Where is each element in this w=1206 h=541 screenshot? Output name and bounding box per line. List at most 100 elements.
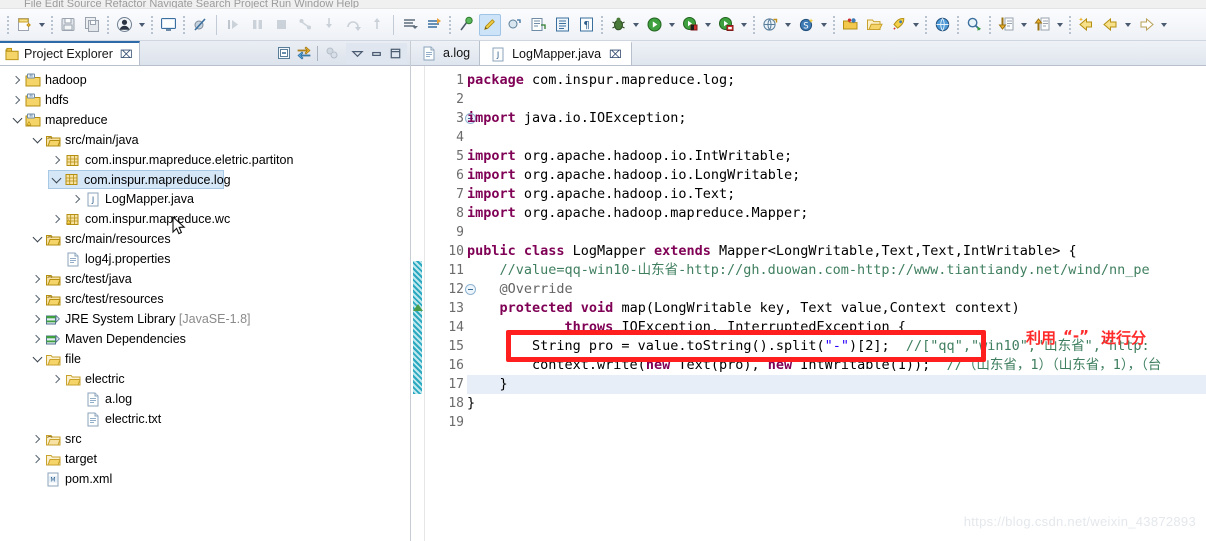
code-line[interactable]: package com.inspur.mapreduce.log; xyxy=(467,71,1206,90)
tree-item[interactable]: Mpom.xml xyxy=(0,469,410,489)
line-number[interactable]: 8 xyxy=(425,204,467,223)
tree-item[interactable]: J LogMapper.java xyxy=(0,189,410,209)
chevron-right-icon[interactable] xyxy=(30,312,44,326)
new-wizard-dropdown-arrow[interactable] xyxy=(36,14,47,36)
line-number[interactable]: 9 xyxy=(425,223,467,242)
chevron-right-icon[interactable] xyxy=(30,452,44,466)
run-dropdown-arrow[interactable] xyxy=(666,14,677,36)
code-line[interactable]: import org.apache.hadoop.io.Text; xyxy=(467,185,1206,204)
tree-item[interactable]: com.inspur.mapreduce.wc xyxy=(0,209,410,229)
suspend-button[interactable] xyxy=(246,14,268,36)
tree-item[interactable]: src/main/java xyxy=(0,130,410,150)
line-number[interactable]: 14 xyxy=(425,318,467,337)
open-console-button[interactable] xyxy=(157,14,179,36)
code-line[interactable]: //value=qq-win10-山东省-http://gh.duowan.co… xyxy=(467,261,1206,280)
line-number[interactable]: 5 xyxy=(425,147,467,166)
debug-button[interactable] xyxy=(607,14,629,36)
forward-button[interactable] xyxy=(1135,14,1157,36)
coverage-dropdown-arrow[interactable] xyxy=(738,14,749,36)
code-line[interactable]: import org.apache.hadoop.io.LongWritable… xyxy=(467,166,1206,185)
chevron-right-icon[interactable] xyxy=(50,153,64,167)
code-line[interactable] xyxy=(467,223,1206,242)
editor-tab-a-log[interactable]: a.log xyxy=(411,41,481,65)
external-tools-dropdown-arrow[interactable] xyxy=(782,14,793,36)
line-number[interactable]: 15 xyxy=(425,337,467,356)
rocket-button[interactable] xyxy=(887,14,909,36)
code-line[interactable] xyxy=(467,90,1206,109)
open-task-button[interactable] xyxy=(551,14,573,36)
link-editor-icon[interactable] xyxy=(294,44,313,63)
rocket-dropdown-arrow[interactable] xyxy=(910,14,921,36)
code-line[interactable]: import org.apache.hadoop.mapreduce.Mappe… xyxy=(467,204,1206,223)
download-dropdown-arrow[interactable] xyxy=(1018,14,1029,36)
line-number[interactable]: 12 xyxy=(425,280,476,299)
next-annotation-button[interactable] xyxy=(399,14,421,36)
line-number[interactable]: 19 xyxy=(425,413,467,432)
tree-item[interactable]: src xyxy=(0,429,410,449)
chevron-right-icon[interactable] xyxy=(70,192,84,206)
external-tools-button[interactable] xyxy=(759,14,781,36)
debug-dropdown-arrow[interactable] xyxy=(630,14,641,36)
menu-bar[interactable]: File Edit Source Refactor Navigate Searc… xyxy=(0,0,1206,9)
code-line[interactable]: String pro = value.toString().split("-")… xyxy=(467,337,1206,356)
override-marker-icon[interactable] xyxy=(413,304,423,311)
chevron-down-icon[interactable] xyxy=(30,133,44,147)
code-line[interactable] xyxy=(467,413,1206,432)
tree-item-selected[interactable]: com.inspur.mapreduce.log xyxy=(48,170,231,189)
tab-project-explorer[interactable]: Project Explorer ⌧ xyxy=(0,41,140,65)
collapse-all-icon[interactable] xyxy=(274,44,293,63)
tree-item[interactable]: com.inspur.mapreduce.eletric.partiton xyxy=(0,150,410,170)
chevron-right-icon[interactable] xyxy=(50,372,64,386)
chevron-right-icon[interactable] xyxy=(30,272,44,286)
line-number[interactable]: 4 xyxy=(425,128,467,147)
line-number[interactable]: 16 xyxy=(425,356,467,375)
step-over-button[interactable] xyxy=(342,14,364,36)
code-line[interactable]: protected void map(LongWritable key, Tex… xyxy=(467,299,1206,318)
line-number-gutter[interactable]: 1 2 3 4 5 6 7 8 9 10 11 12 13 14 15 16 17 18 19 xyxy=(413,66,476,541)
toggle-mark-occurrences-button[interactable] xyxy=(455,14,477,36)
line-number[interactable]: 1 xyxy=(425,71,467,90)
skip-all-breakpoints-button[interactable] xyxy=(189,14,211,36)
back-button[interactable] xyxy=(1099,14,1121,36)
tree-item[interactable]: file xyxy=(0,349,410,369)
code-line[interactable]: } xyxy=(467,394,1206,413)
open-folder-button[interactable] xyxy=(863,14,885,36)
chevron-right-icon[interactable] xyxy=(30,332,44,346)
close-icon[interactable]: ⌧ xyxy=(120,48,133,61)
editor-body[interactable]: 1 2 3 4 5 6 7 8 9 10 11 12 13 14 15 16 17 18 19 package co… xyxy=(411,66,1206,541)
maximize-icon[interactable] xyxy=(386,44,405,63)
chevron-right-icon[interactable] xyxy=(10,73,24,87)
back-star-button[interactable] xyxy=(1075,14,1097,36)
coverage-button[interactable] xyxy=(715,14,737,36)
project-explorer-toolbar[interactable] xyxy=(274,41,410,65)
chevron-down-icon[interactable] xyxy=(348,44,367,63)
upload-dropdown-arrow[interactable] xyxy=(1054,14,1065,36)
tree-item[interactable]: electric.txt xyxy=(0,409,410,429)
back-dropdown-arrow[interactable] xyxy=(1122,14,1133,36)
project-tree[interactable]: Mhadoop Mhdfs Mmapreduce src/main/java com.i… xyxy=(0,66,410,541)
run-button[interactable] xyxy=(643,14,665,36)
chevron-right-icon[interactable] xyxy=(30,292,44,306)
line-number[interactable]: 6 xyxy=(425,166,467,185)
step-return-button[interactable] xyxy=(366,14,388,36)
line-number[interactable]: 18 xyxy=(425,394,467,413)
run-server-dropdown-arrow[interactable] xyxy=(702,14,713,36)
terminate-button[interactable] xyxy=(270,14,292,36)
tree-item[interactable]: target xyxy=(0,449,410,469)
save-all-button[interactable] xyxy=(81,14,103,36)
upload-button[interactable] xyxy=(1031,14,1053,36)
user-button[interactable] xyxy=(113,14,135,36)
minimize-icon[interactable] xyxy=(367,44,386,63)
open-type-button[interactable]: ¶ xyxy=(575,14,597,36)
tree-item[interactable]: Maven Dependencies xyxy=(0,329,410,349)
tree-item[interactable]: a.log xyxy=(0,389,410,409)
close-icon[interactable]: ⌧ xyxy=(609,48,622,61)
search-button[interactable] xyxy=(963,14,985,36)
tree-item[interactable]: JRE System Library [JavaSE-1.8] xyxy=(0,309,410,329)
code-line[interactable]: @Override xyxy=(467,280,1206,299)
code-line[interactable]: context.write(new Text(pro), new IntWrit… xyxy=(467,356,1206,375)
chevron-down-icon[interactable] xyxy=(49,173,63,187)
svn-dropdown-arrow[interactable] xyxy=(818,14,829,36)
forward-dropdown-arrow[interactable] xyxy=(1158,14,1169,36)
main-toolbar[interactable]: ¶ S xyxy=(0,9,1206,41)
